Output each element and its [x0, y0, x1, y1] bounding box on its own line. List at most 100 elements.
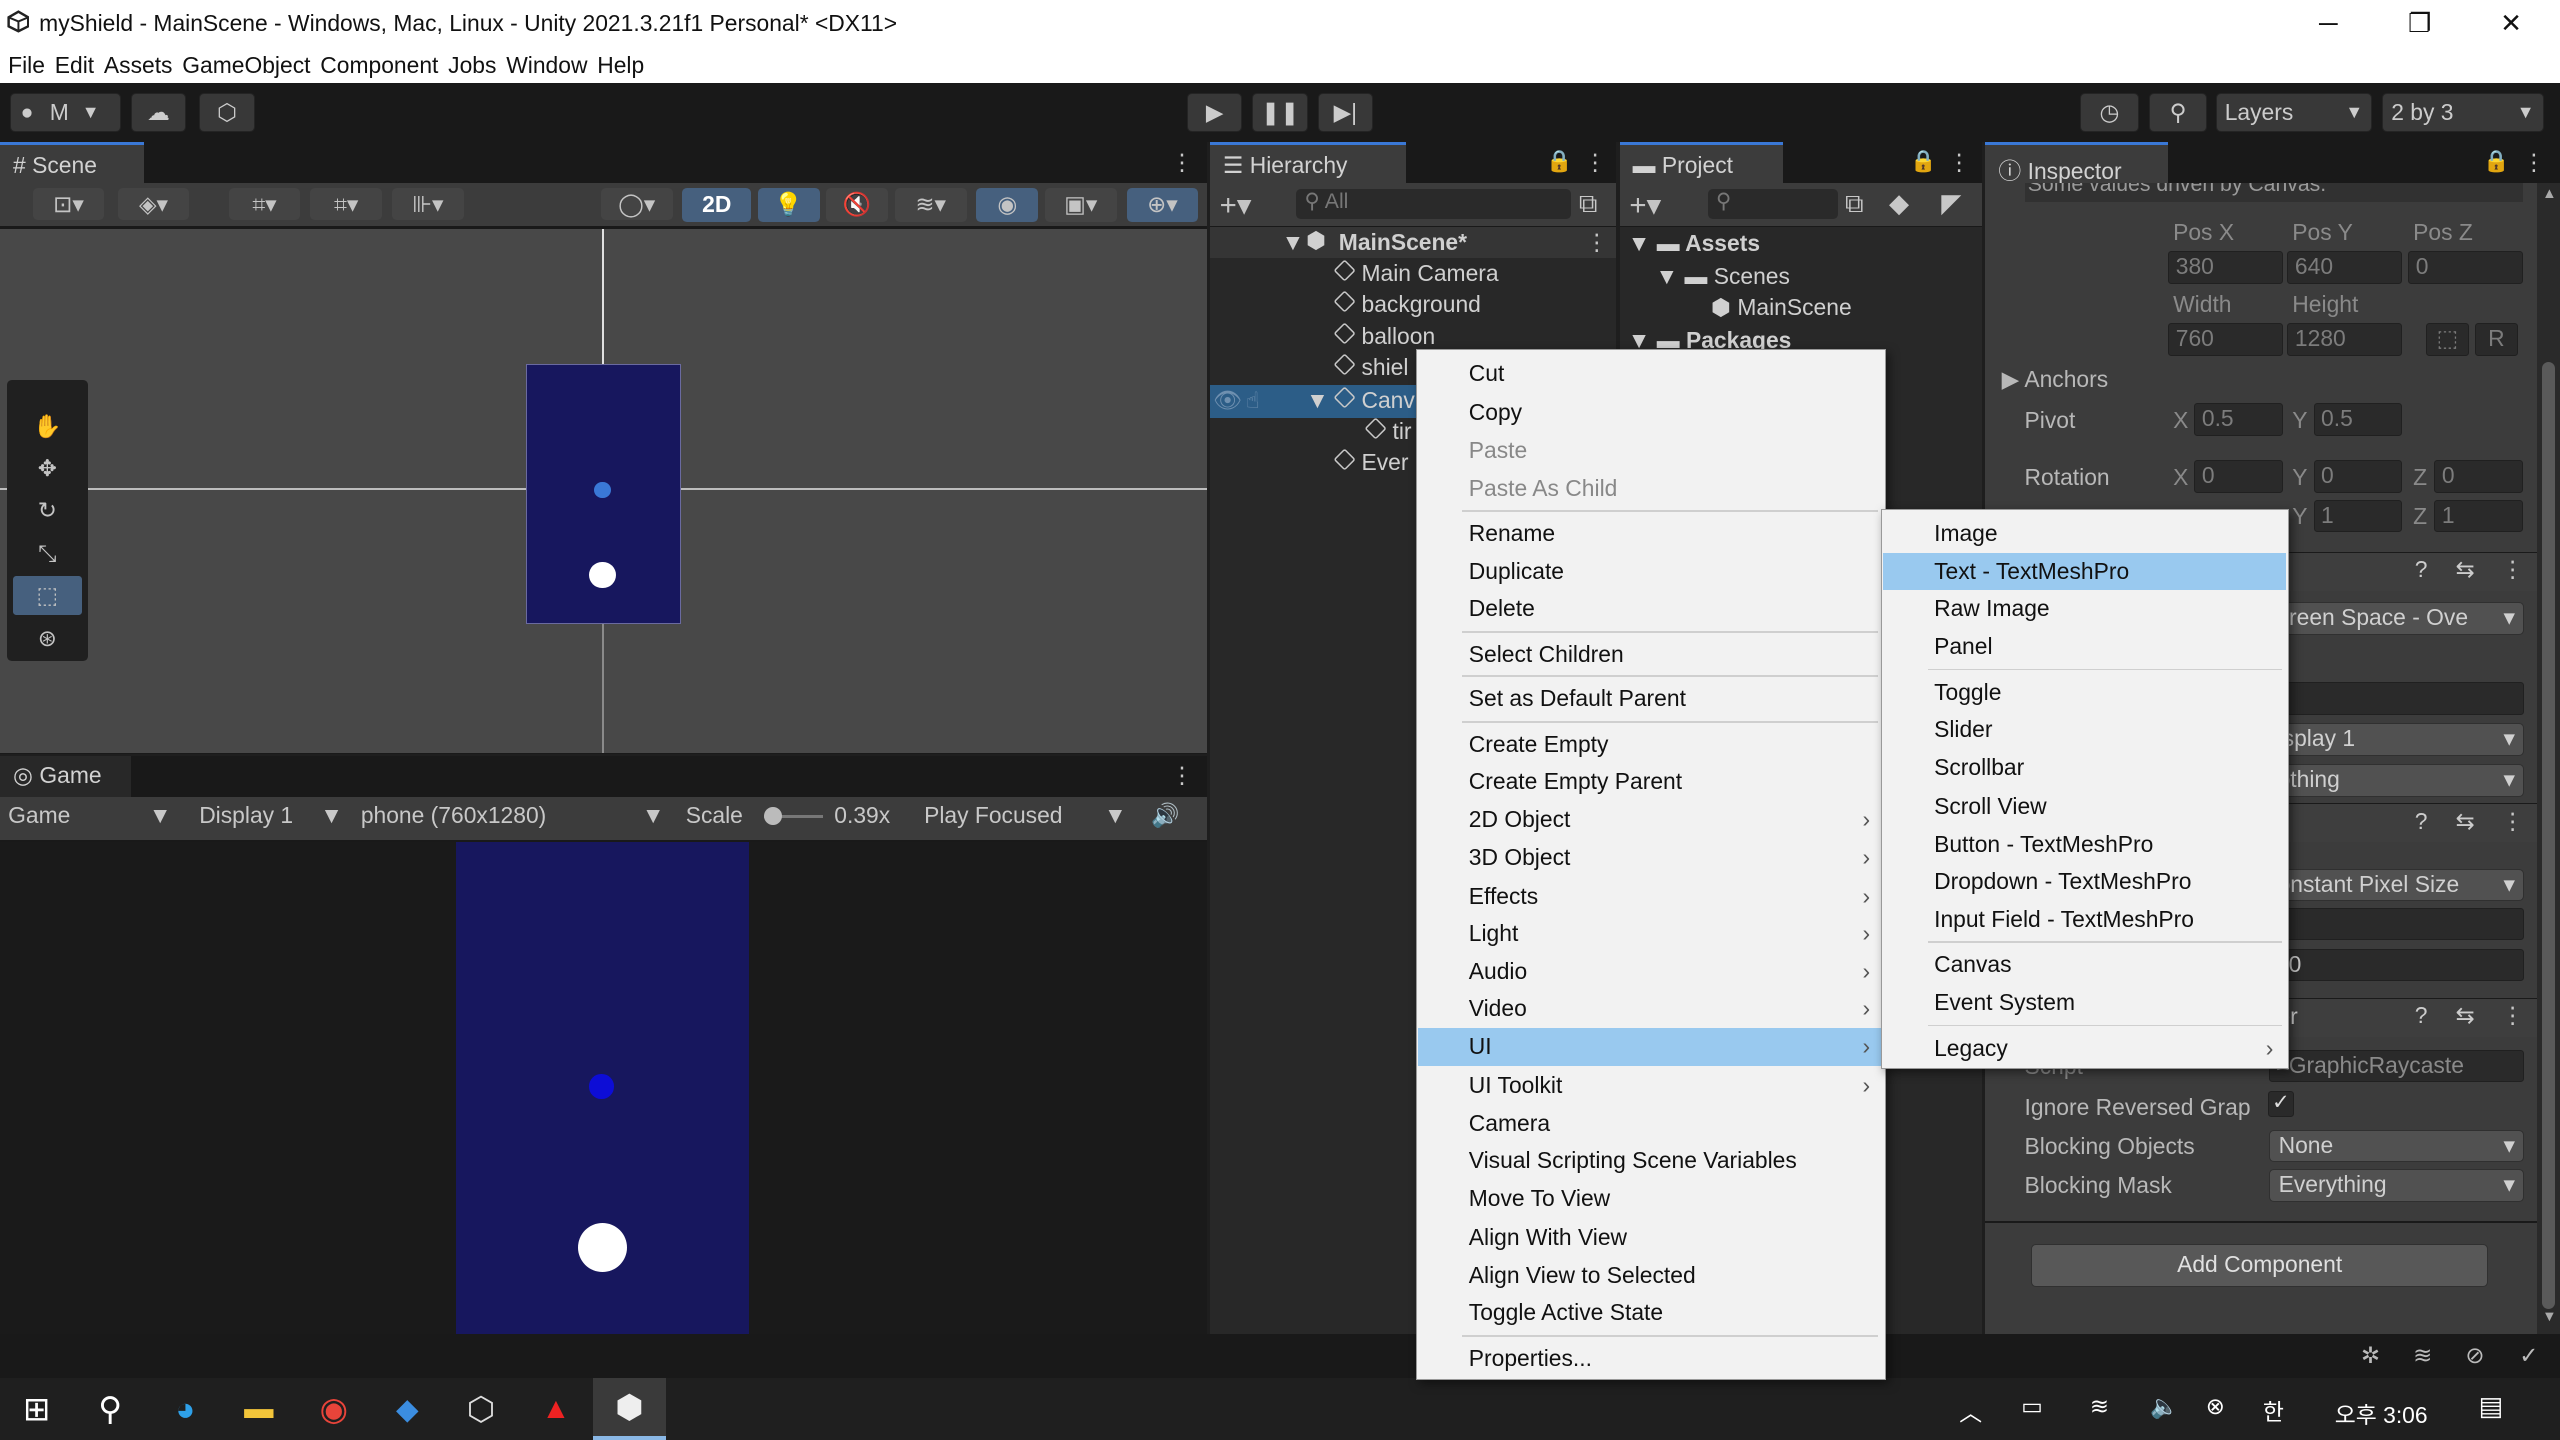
menu-assets[interactable]: Assets — [104, 47, 173, 83]
scale-slider[interactable] — [764, 806, 823, 825]
step-button[interactable]: ▶| — [1317, 93, 1374, 133]
search-icon[interactable]: ⚲ — [73, 1378, 146, 1440]
grid-snap-dropdown[interactable]: ⌗▾ — [228, 187, 301, 221]
play-focused-dropdown[interactable]: Play Focused ▼ — [924, 802, 1130, 829]
camera-dropdown[interactable]: ▣▾ — [1044, 187, 1117, 223]
menu-item-rename[interactable]: Rename — [1418, 515, 1883, 553]
maximize-button[interactable]: ❐ — [2374, 0, 2465, 47]
move-tool-icon[interactable]: ✥ — [13, 449, 82, 488]
layout-dropdown[interactable]: 2 by 3 ▼ — [2382, 93, 2544, 133]
menu-file[interactable]: File — [8, 47, 45, 83]
game-viewport[interactable] — [0, 842, 1207, 1334]
posy-field[interactable]: 640 — [2287, 251, 2402, 285]
clock[interactable]: 오후 3:06 — [2335, 1396, 2428, 1430]
rotate-tool-icon[interactable]: ↻ — [13, 491, 82, 530]
layers-stack-icon[interactable]: ≋ — [2413, 1342, 2432, 1369]
expand-icon[interactable]: ▼ — [1306, 387, 1329, 414]
edge-icon[interactable]: ◕ — [149, 1378, 222, 1440]
menu-item-duplicate[interactable]: Duplicate — [1418, 553, 1883, 591]
menu-item-ui-toolkit[interactable]: UI Toolkit › — [1418, 1067, 1883, 1105]
menu-item-light[interactable]: Light › — [1418, 915, 1883, 953]
lock-icon[interactable]: 🔒 — [1910, 149, 1936, 174]
notification-icon[interactable]: ▤ — [2478, 1391, 2503, 1422]
scale-tool-icon[interactable]: ⤡ — [13, 534, 82, 573]
lock-icon[interactable]: 🔒 — [2483, 149, 2509, 174]
scale-z-field[interactable]: 1 — [2434, 499, 2523, 533]
project-folder-assets[interactable]: ▼ ▬ Assets — [1628, 230, 1971, 257]
submenu-item-event-system[interactable]: Event System — [1883, 984, 2286, 1022]
audio-toggle[interactable]: 🔇 — [826, 187, 889, 223]
add-component-button[interactable]: Add Component — [2031, 1244, 2489, 1287]
menu-component[interactable]: Component — [320, 47, 438, 83]
minimize-button[interactable]: ─ — [2283, 0, 2374, 47]
menu-item-ui[interactable]: UI › — [1418, 1027, 1884, 1066]
filter-icon[interactable]: ◆ — [1889, 188, 1909, 219]
menu-item-align-with-view[interactable]: Align With View — [1418, 1219, 1883, 1257]
render-mode-dropdown[interactable]: creen Space - Ove — [2269, 602, 2525, 636]
menu-item-copy[interactable]: Copy — [1418, 394, 1883, 432]
unity-hub-icon[interactable]: ⬡ — [444, 1378, 517, 1440]
submenu-item-slider[interactable]: Slider — [1883, 711, 2286, 749]
search-button[interactable]: ⚲ — [2148, 93, 2208, 133]
posx-field[interactable]: 380 — [2168, 251, 2283, 285]
scene-search-icon[interactable]: ⧉ — [1579, 188, 1598, 220]
game-view-dropdown[interactable]: Game ▼ — [8, 802, 178, 829]
speaker-mute-icon[interactable]: 🔈 — [2150, 1393, 2178, 1420]
menu-item-paste-as-child[interactable]: Paste As Child — [1418, 470, 1883, 508]
windows-start-icon[interactable]: ⊞ — [0, 1378, 73, 1440]
menu-item-2d-object[interactable]: 2D Object › — [1418, 801, 1883, 839]
menu-window[interactable]: Window — [506, 47, 587, 83]
submenu-item-scrollbar[interactable]: Scrollbar — [1883, 749, 2286, 787]
submenu-item-toggle[interactable]: Toggle — [1883, 674, 2286, 712]
lighting-toggle[interactable]: 💡 — [757, 187, 820, 223]
battery-icon[interactable]: ▭ — [2021, 1393, 2043, 1420]
submenu-item-panel[interactable]: Panel — [1883, 628, 2286, 666]
lock-icon[interactable]: 🔒 — [1546, 149, 1572, 174]
menu-jobs[interactable]: Jobs — [448, 47, 496, 83]
height-field[interactable]: 1280 — [2287, 323, 2402, 356]
submenu-item-text-textmeshpro[interactable]: Text - TextMeshPro — [1883, 552, 2287, 591]
menu-item-video[interactable]: Video › — [1418, 990, 1883, 1028]
width-field[interactable]: 760 — [2168, 323, 2283, 356]
inspector-scrollbar[interactable]: ▲ ▼ — [2537, 182, 2560, 1334]
rotation-x-field[interactable]: 0 — [2194, 460, 2283, 494]
submenu-item-button-textmeshpro[interactable]: Button - TextMeshPro — [1883, 826, 2286, 864]
pivot-x-field[interactable]: 0.5 — [2194, 403, 2283, 436]
shield-circle[interactable] — [589, 561, 616, 588]
tab-scene[interactable]: # Scene — [0, 142, 144, 183]
menu-item-move-to-view[interactable]: Move To View — [1418, 1180, 1883, 1218]
submenu-item-image[interactable]: Image — [1883, 515, 2286, 553]
acrobat-icon[interactable]: ▲ — [519, 1378, 592, 1440]
scene-row[interactable]: ▼ ⬢ MainScene* ⋮ — [1209, 226, 1617, 258]
display-dropdown[interactable]: Display 1 ▼ — [199, 802, 346, 829]
menu-item-audio[interactable]: Audio › — [1418, 953, 1883, 991]
no-bug-icon[interactable]: ⊘ — [2465, 1342, 2484, 1369]
project-search-input[interactable]: ⚲ — [1707, 189, 1839, 219]
scroll-down-icon[interactable]: ▼ — [2542, 1309, 2557, 1325]
check-icon[interactable]: ✓ — [2519, 1342, 2538, 1369]
search-by-type-icon[interactable]: ⧉ — [1845, 188, 1864, 220]
menu-item-create-empty-parent[interactable]: Create Empty Parent — [1418, 763, 1883, 801]
more-options-icon[interactable]: ⋮ — [2501, 808, 2524, 835]
blueprint-mode-button[interactable]: ⬚ — [2426, 323, 2469, 356]
menu-item-properties[interactable]: Properties... — [1418, 1340, 1883, 1378]
add-object-button[interactable]: +▾ — [1220, 188, 1252, 223]
more-options-icon[interactable]: ⋮ — [2523, 149, 2546, 176]
submenu-item-input-field-textmeshpro[interactable]: Input Field - TextMeshPro — [1883, 901, 2286, 939]
scale-y-field[interactable]: 1 — [2313, 499, 2402, 533]
help-icon[interactable]: ? — [2415, 556, 2428, 583]
label-icon[interactable]: ◤ — [1941, 188, 1961, 219]
menu-item-camera[interactable]: Camera — [1418, 1105, 1883, 1143]
more-options-icon[interactable]: ⋮ — [1584, 149, 1607, 176]
blocking-objects-dropdown[interactable]: None — [2269, 1129, 2525, 1163]
rotation-z-field[interactable]: 0 — [2434, 460, 2523, 494]
transform-tool-icon[interactable]: ⊛ — [13, 619, 82, 658]
resolution-dropdown[interactable]: phone (760x1280) ▼ — [361, 802, 668, 829]
project-scene-file[interactable]: ⬢ MainScene — [1711, 294, 1972, 321]
preset-icon[interactable]: ⇆ — [2456, 808, 2475, 835]
scroll-up-icon[interactable]: ▲ — [2542, 186, 2557, 202]
submenu-item-dropdown-textmeshpro[interactable]: Dropdown - TextMeshPro — [1883, 863, 2286, 901]
menu-help[interactable]: Help — [597, 47, 644, 83]
grid-visibility-dropdown[interactable]: ⌗▾ — [310, 187, 383, 221]
menu-item-3d-object[interactable]: 3D Object › — [1418, 839, 1883, 877]
